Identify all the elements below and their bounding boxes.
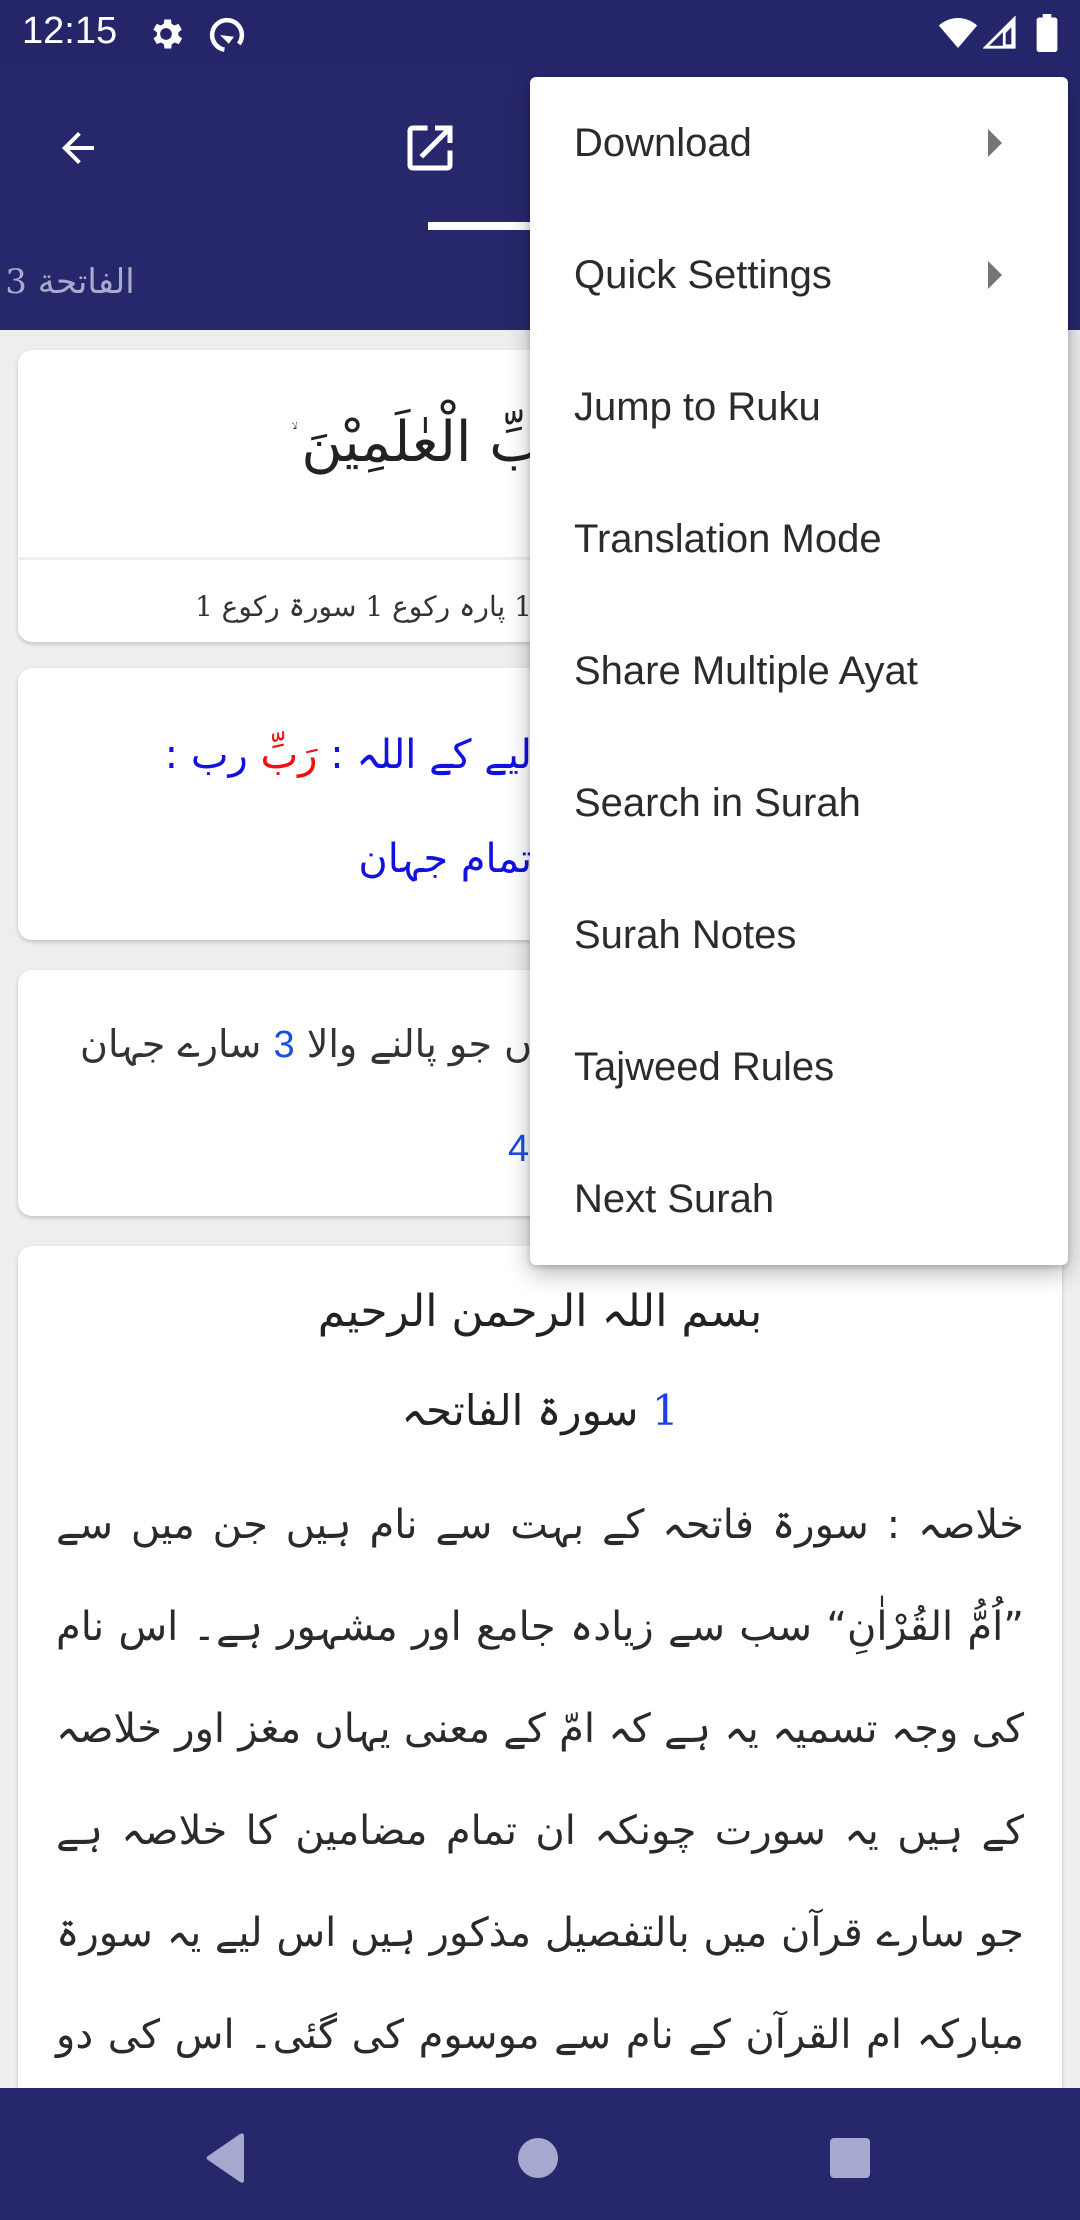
word-by-word-row: تمام جہان xyxy=(358,836,532,882)
nav-back-button[interactable] xyxy=(196,2128,256,2188)
menu-item-share-multiple-ayat[interactable]: Share Multiple Ayat xyxy=(530,605,1068,737)
nav-home-button[interactable] xyxy=(508,2128,568,2188)
menu-item-translation-mode[interactable]: Translation Mode xyxy=(530,473,1068,605)
menu-item-label: Jump to Ruku xyxy=(574,384,821,429)
translation-segment: سارے جہان xyxy=(80,1022,274,1066)
menu-item-tajweed-rules[interactable]: Tajweed Rules xyxy=(530,1001,1068,1133)
system-nav-bar xyxy=(0,2088,1080,2220)
status-time: 12:15 xyxy=(22,10,118,52)
menu-item-label: Tajweed Rules xyxy=(574,1044,835,1089)
nav-home-icon xyxy=(518,2138,558,2178)
gear-icon xyxy=(153,19,183,49)
translation-segment: ں جو پالنے والا xyxy=(294,1022,532,1066)
footnote-number[interactable]: 4 xyxy=(508,1128,529,1171)
wbw-text: رب : xyxy=(164,732,248,778)
menu-item-label: Next Surah xyxy=(574,1176,775,1221)
overflow-menu: Download Quick Settings Jump to Ruku Tra… xyxy=(530,77,1068,1265)
surah-name: سورۃ الفاتحہ xyxy=(401,1386,639,1435)
tab-page-3[interactable]: الفاتحة 3 xyxy=(0,234,150,330)
menu-item-surah-notes[interactable]: Surah Notes xyxy=(530,869,1068,1001)
ayah-text: بِّ الْعٰلَمِيْنَ xyxy=(301,410,542,475)
ayah-meta: 1 پارہ رکوع 1 سورۃ رکوع 1 xyxy=(194,590,532,623)
menu-item-label: Surah Notes xyxy=(574,912,797,957)
screen: 12:15 الفاتحة 3 بِّ الْعٰلَمِيْنَ 1 پارہ… xyxy=(0,0,1080,2220)
wifi-icon xyxy=(938,18,978,48)
word-by-word-row: لیے کے اللہ : رَبِّ رب : xyxy=(165,732,532,778)
open-external-button[interactable] xyxy=(390,110,470,186)
menu-item-quick-settings[interactable]: Quick Settings xyxy=(530,209,1068,341)
menu-item-jump-to-ruku[interactable]: Jump to Ruku xyxy=(530,341,1068,473)
menu-item-label: Search in Surah xyxy=(574,780,861,825)
surah-number: 1 xyxy=(651,1386,679,1435)
menu-item-label: Translation Mode xyxy=(574,516,882,561)
arrow-back-icon xyxy=(62,132,94,164)
wbw-text: لیے کے اللہ : xyxy=(330,732,532,778)
menu-item-label: Download xyxy=(574,120,752,165)
open-external-icon xyxy=(407,125,453,171)
menu-item-label: Quick Settings xyxy=(574,252,832,297)
footnote-number[interactable]: 3 xyxy=(273,1024,294,1066)
surah-intro-card: بسم اللہ الرحمن الرحیم 1 سورۃ الفاتحہ خل… xyxy=(18,1246,1062,2146)
status-bar: 12:15 xyxy=(0,0,1080,66)
data-saver-icon xyxy=(209,17,245,53)
menu-item-search-in-surah[interactable]: Search in Surah xyxy=(530,737,1068,869)
bismillah: بسم اللہ الرحمن الرحیم xyxy=(317,1286,763,1337)
translation-text: ں جو پالنے والا 3 سارے جہان xyxy=(80,1022,532,1067)
menu-item-next-surah[interactable]: Next Surah xyxy=(530,1133,1068,1265)
wbw-highlighted-word: رَبِّ xyxy=(260,732,318,778)
nav-recents-button[interactable] xyxy=(820,2128,880,2188)
submenu-arrow-icon xyxy=(988,129,1002,157)
back-button[interactable] xyxy=(40,110,116,186)
menu-item-download[interactable]: Download xyxy=(530,77,1068,209)
battery-icon xyxy=(1036,14,1058,52)
surah-summary: خلاصہ : سورۃ فاتحہ کے بہت سے نام ہیں جن … xyxy=(56,1502,1024,2146)
cell-signal-icon xyxy=(983,16,1016,49)
submenu-arrow-icon xyxy=(988,261,1002,289)
surah-title: 1 سورۃ الفاتحہ xyxy=(18,1386,1062,1435)
nav-back-icon xyxy=(206,2133,244,2183)
nav-recents-icon xyxy=(830,2138,870,2178)
menu-item-label: Share Multiple Ayat xyxy=(574,648,918,693)
